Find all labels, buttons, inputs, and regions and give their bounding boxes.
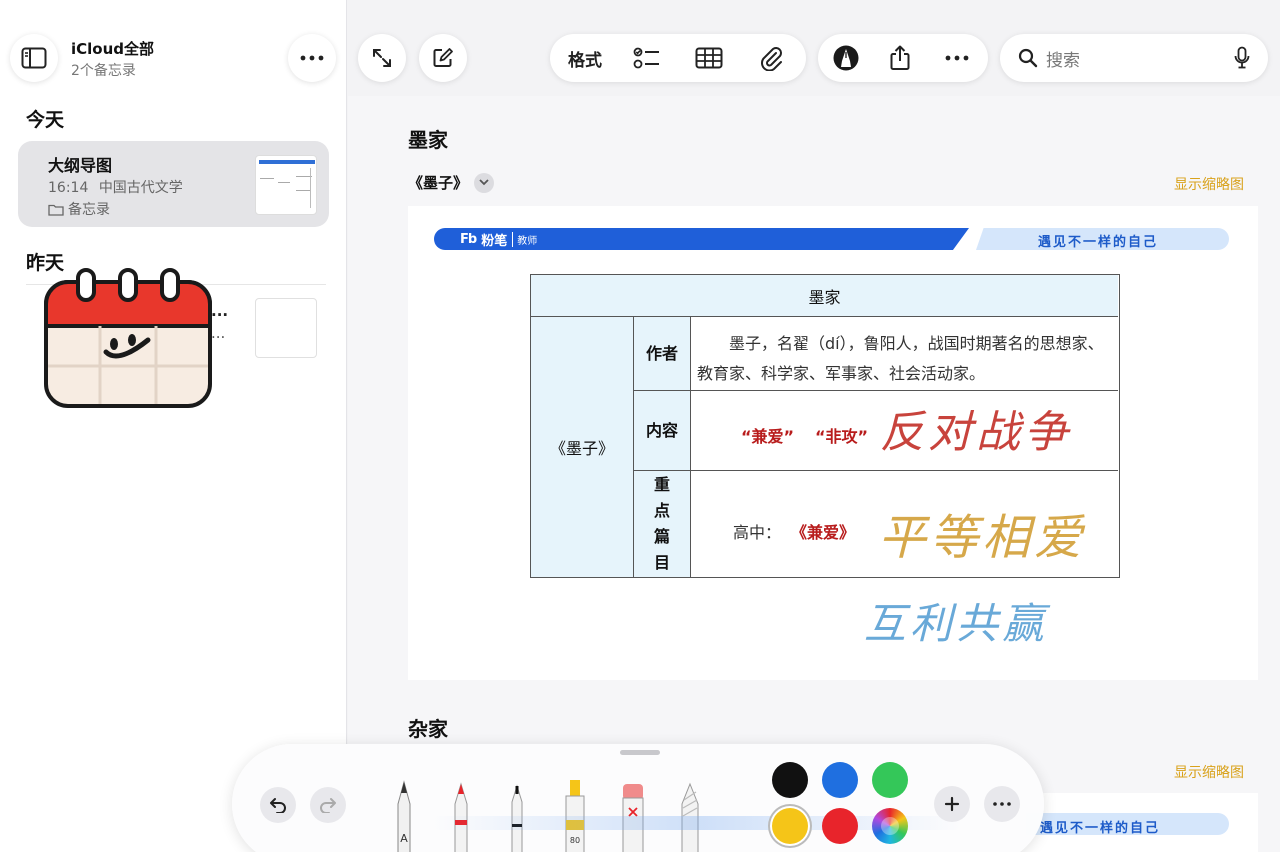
svg-text:80: 80	[570, 836, 580, 845]
compose-button[interactable]	[419, 34, 467, 82]
compose-icon	[433, 48, 453, 67]
add-tool-button[interactable]	[934, 786, 970, 822]
note-folder: 备忘录	[48, 199, 110, 219]
search-input[interactable]: 搜索	[1046, 46, 1080, 71]
calendar-sticker-icon	[44, 268, 212, 408]
microphone-icon[interactable]	[1234, 46, 1250, 70]
expand-icon	[373, 49, 391, 67]
color-swatch-black[interactable]	[772, 762, 808, 798]
expand-button[interactable]	[358, 34, 406, 82]
more-options-button[interactable]	[929, 34, 986, 82]
color-swatch-blue[interactable]	[822, 762, 858, 798]
markup-button[interactable]	[820, 34, 871, 82]
show-thumbnail-link[interactable]: 显示缩略图	[1174, 174, 1244, 194]
redo-icon	[320, 798, 336, 813]
search-bar[interactable]: 搜索	[1000, 34, 1268, 82]
table-header: 墨家	[531, 275, 1118, 317]
more-icon	[300, 55, 324, 61]
handwriting-red: 反对战争	[880, 407, 1072, 458]
brand-tag: 教师	[512, 232, 537, 247]
attachment-title[interactable]: 《墨子》	[408, 172, 495, 193]
checklist-button[interactable]	[616, 34, 678, 82]
color-swatch-yellow[interactable]	[772, 808, 808, 844]
color-swatch-green[interactable]	[872, 762, 908, 798]
redo-button[interactable]	[310, 787, 346, 823]
note-thumbnail	[255, 298, 317, 358]
more-icon	[993, 802, 1011, 806]
undo-icon	[270, 798, 286, 813]
brand-logo: Fb 粉笔 教师	[460, 232, 538, 249]
note-title: 大纲导图	[48, 156, 113, 175]
section-header-today: 今天	[26, 109, 65, 131]
note-list-item[interactable]: 大纲导图 16:14 中国古代文学 备忘录	[18, 141, 329, 227]
focus-prefix: 高中：	[733, 523, 782, 542]
table-left-label: 《墨子》	[531, 317, 634, 577]
slogan-text: 遇见不一样的自己	[1038, 235, 1159, 250]
attachment-expand-button[interactable]	[474, 172, 495, 193]
content-feigong: “非攻”	[815, 427, 869, 446]
row-value-author: 墨子，名翟（dí），鲁阳人，战国时期著名的思想家、教育家、科学家、军事家、社会活…	[691, 317, 1118, 391]
color-picker-button[interactable]	[872, 808, 908, 844]
format-label: 格式	[568, 50, 602, 71]
markup-pen-icon	[833, 45, 859, 71]
note-toolbar: 格式	[550, 34, 806, 82]
row-label-focus: 重点篇目	[634, 471, 691, 577]
markup-toolbar	[818, 34, 988, 82]
note-thumbnail	[255, 155, 317, 215]
share-button[interactable]	[871, 34, 928, 82]
note-time: 16:14	[48, 180, 89, 196]
folder-icon	[48, 204, 64, 216]
note-meta: 16:14 中国古代文学	[48, 177, 183, 197]
note-folder-label: 备忘录	[68, 202, 110, 218]
brand-name: 粉笔	[481, 234, 508, 249]
focus-jianai: 《兼爱》	[791, 523, 856, 542]
account-title: iCloud全部	[71, 40, 155, 58]
handwriting-blue: 互利共赢	[864, 599, 1049, 648]
checklist-icon	[633, 47, 659, 69]
note-heading-2: 杂家	[408, 717, 448, 741]
drawing-tool-palette: A 80	[232, 744, 1044, 852]
show-thumbnail-link-2[interactable]: 显示缩略图	[1174, 762, 1244, 782]
row-label-author: 作者	[634, 317, 691, 391]
document-attachment[interactable]: Fb 粉笔 教师 遇见不一样的自己 墨家 《墨子》 作者 墨子，名翟（dí），鲁…	[408, 206, 1258, 680]
format-button[interactable]: 格式	[554, 34, 616, 82]
more-icon	[945, 55, 969, 61]
table-button[interactable]	[678, 34, 740, 82]
undo-button[interactable]	[260, 787, 296, 823]
slogan-text-2: 遇见不一样的自己	[1040, 821, 1161, 836]
palette-more-button[interactable]	[984, 786, 1020, 822]
svg-text:A: A	[400, 832, 408, 845]
notes-sidebar: iCloud全部 2个备忘录 今天 大纲导图 16:14 中国古代文学 备忘录 …	[0, 0, 347, 852]
row-label-content: 内容	[634, 391, 691, 471]
attachment-button[interactable]	[740, 34, 802, 82]
sidebar-toggle-button[interactable]	[10, 34, 58, 82]
content-jianai: “兼爱”	[741, 427, 795, 446]
note-preview: 中国古代文学	[98, 180, 183, 196]
paperclip-icon	[761, 47, 782, 71]
pencil-tool-icon[interactable]: A	[394, 780, 414, 852]
author-text: 墨子，名翟（dí），鲁阳人，战国时期著名的思想家、教育家、科学家、军事家、社会活…	[697, 334, 1104, 383]
note-heading: 墨家	[408, 128, 448, 152]
table-icon	[695, 47, 723, 69]
sidebar-icon	[21, 47, 47, 69]
chevron-down-icon	[479, 179, 489, 186]
attachment-title-text: 《墨子》	[408, 174, 469, 192]
color-swatch-red[interactable]	[822, 808, 858, 844]
sidebar-more-button[interactable]	[288, 34, 336, 82]
handwriting-yellow: 平等相爱	[878, 510, 1087, 566]
share-icon	[890, 45, 910, 70]
palette-grabber[interactable]	[620, 750, 660, 755]
account-note-count: 2个备忘录	[71, 63, 136, 79]
plus-icon	[944, 796, 960, 812]
search-icon	[1018, 48, 1038, 68]
